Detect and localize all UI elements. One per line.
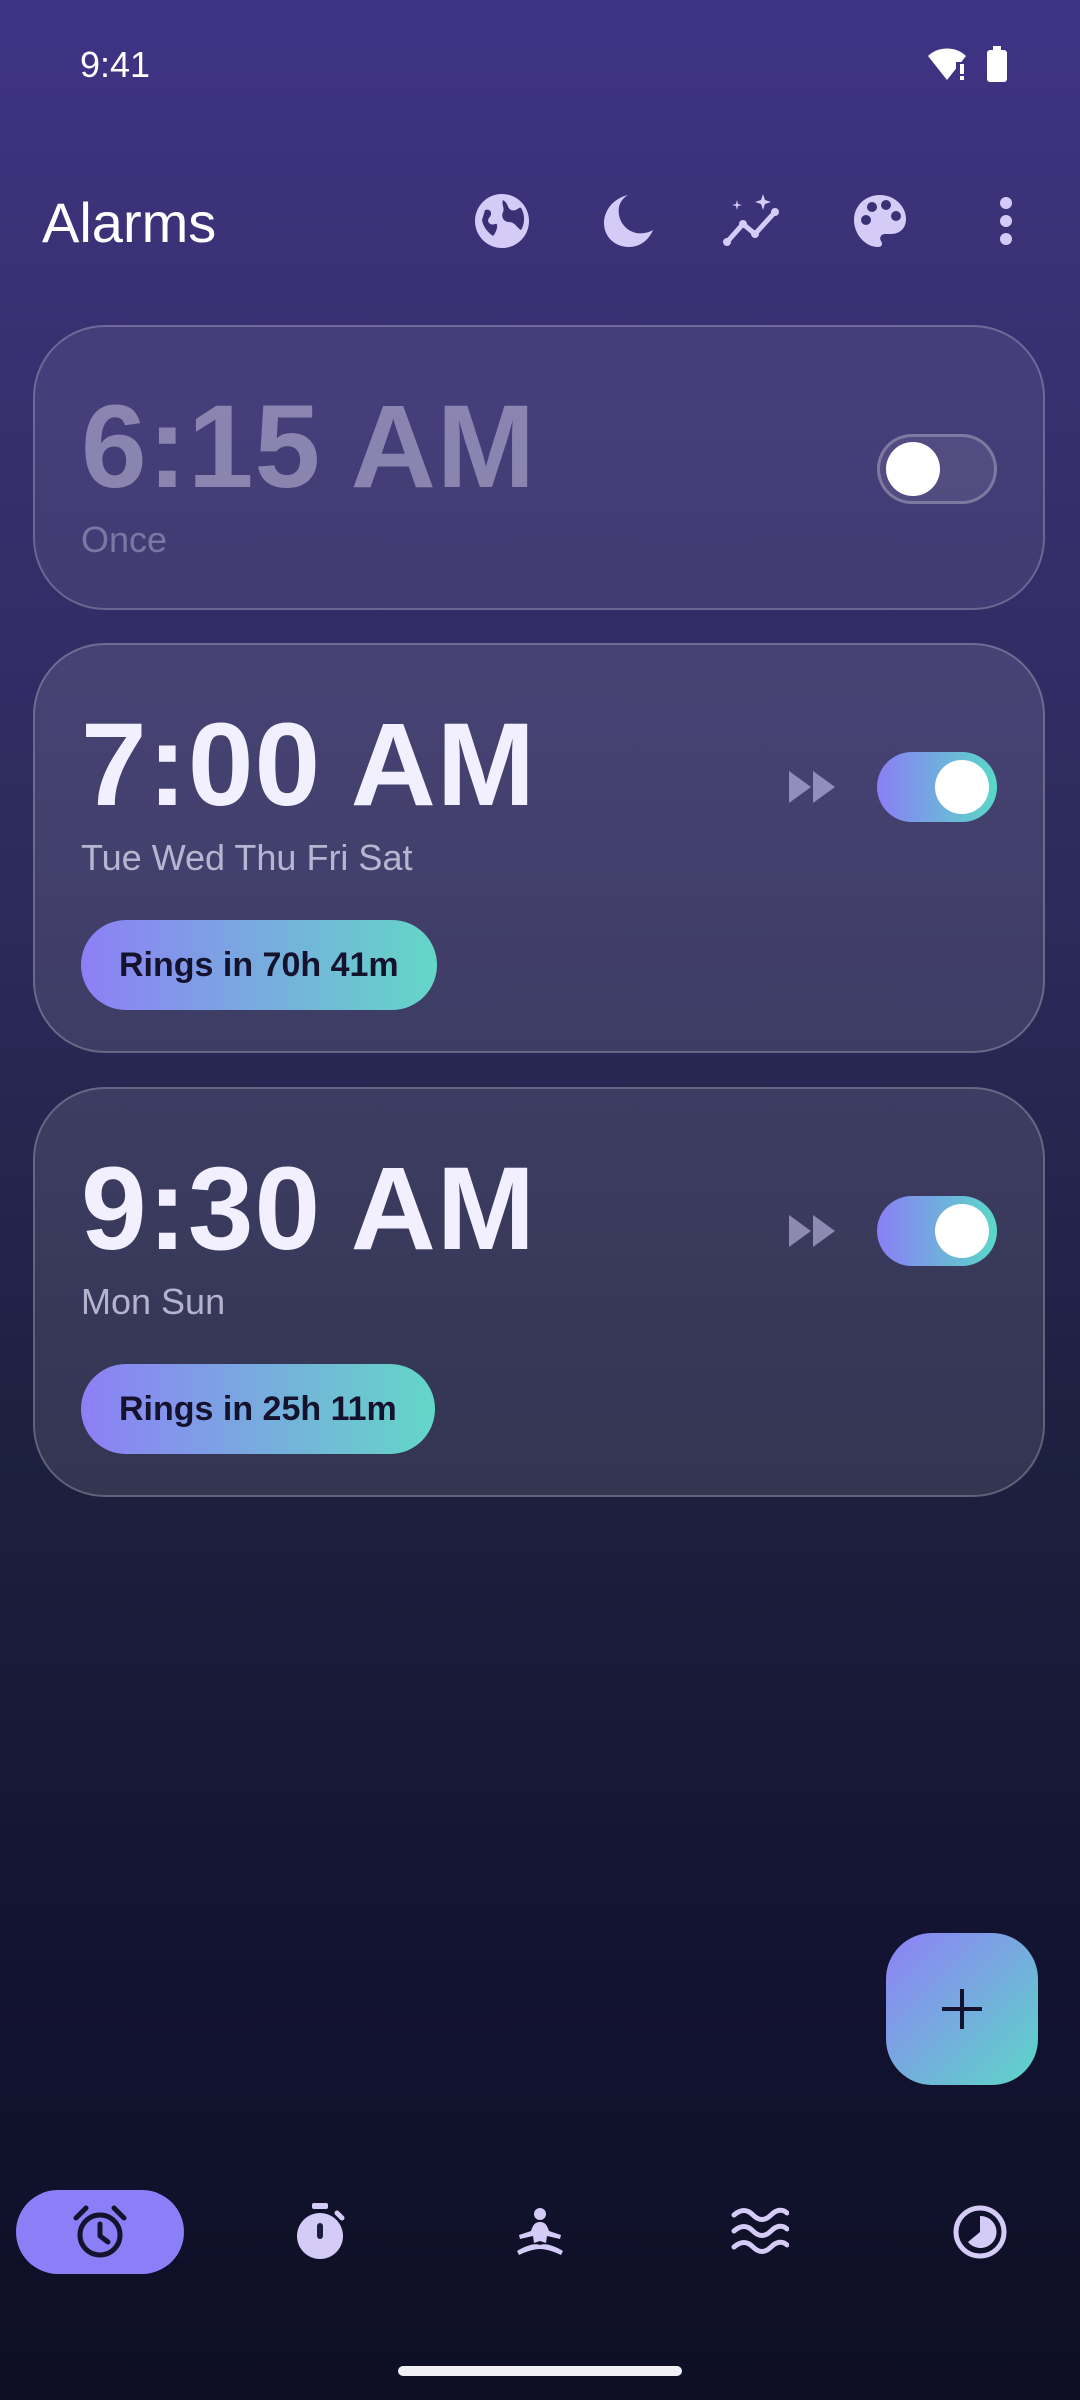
- globe-icon: [475, 194, 529, 248]
- nav-timer[interactable]: [945, 2190, 1015, 2274]
- alarm-time: 7:00 AM: [81, 699, 537, 831]
- world-clock-button[interactable]: [467, 186, 537, 256]
- toggle-knob: [935, 1204, 989, 1258]
- alarm-time: 6:15 AM: [81, 381, 537, 513]
- nav-sounds[interactable]: [725, 2190, 795, 2274]
- palette-icon: [854, 195, 906, 247]
- nav-alarm[interactable]: [16, 2190, 184, 2274]
- status-time: 9:41: [80, 44, 151, 85]
- add-alarm-button[interactable]: [886, 1933, 1038, 2085]
- bottom-navigation: [0, 2180, 1080, 2280]
- alarm-card[interactable]: 7:00 AM Tue Wed Thu Fri Sat Rings in 70h…: [33, 643, 1045, 1053]
- meditation-icon: [517, 2208, 563, 2255]
- bedtime-button[interactable]: [592, 186, 662, 256]
- alarm-days: Once: [81, 519, 168, 560]
- nav-stopwatch[interactable]: [285, 2190, 355, 2274]
- alarm-card[interactable]: 6:15 AM Once: [33, 325, 1045, 610]
- alarm-days: Mon Sun: [81, 1281, 226, 1322]
- page-title: Alarms: [42, 191, 217, 254]
- rings-in-badge: Rings in 25h 11m: [81, 1364, 435, 1454]
- nav-meditation[interactable]: [505, 2190, 575, 2274]
- moon-icon: [604, 195, 653, 247]
- fast-forward-icon: [789, 771, 835, 803]
- toggle-knob: [886, 442, 940, 496]
- battery-icon: [986, 46, 1008, 87]
- waves-icon: [731, 2207, 789, 2254]
- timer-icon: [953, 2205, 1007, 2259]
- sparkle-chart-icon: [723, 194, 779, 246]
- alarm-toggle[interactable]: [877, 1196, 997, 1266]
- more-options-button[interactable]: [971, 186, 1041, 256]
- home-indicator[interactable]: [398, 2366, 682, 2376]
- stopwatch-icon: [297, 2203, 345, 2259]
- app-bar: Alarms: [0, 170, 1080, 270]
- alarm-icon: [73, 2205, 127, 2258]
- theme-button[interactable]: [845, 186, 915, 256]
- alarm-toggle[interactable]: [877, 752, 997, 822]
- more-vert-icon: [1000, 197, 1012, 245]
- fast-forward-icon: [789, 1215, 835, 1247]
- alarm-card[interactable]: 9:30 AM Mon Sun Rings in 25h 11m: [33, 1087, 1045, 1497]
- alarm-toggle[interactable]: [877, 434, 997, 504]
- alarm-days: Tue Wed Thu Fri Sat: [81, 837, 413, 878]
- skip-next-button[interactable]: [783, 1201, 843, 1261]
- alarm-time: 9:30 AM: [81, 1143, 537, 1275]
- skip-next-button[interactable]: [783, 757, 843, 817]
- status-icons: [926, 46, 1008, 87]
- rings-in-badge: Rings in 70h 41m: [81, 920, 437, 1010]
- wifi-alert-icon: [926, 46, 968, 87]
- plus-icon: [942, 1989, 982, 2029]
- insights-button[interactable]: [719, 186, 789, 256]
- status-bar: 9:41: [0, 0, 1080, 120]
- toggle-knob: [935, 760, 989, 814]
